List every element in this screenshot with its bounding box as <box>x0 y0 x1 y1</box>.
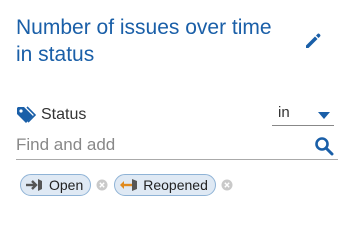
status-filter-panel: Number of issues over time in status Sta… <box>0 0 350 200</box>
chevron-down-icon <box>318 112 330 119</box>
remove-open-icon[interactable] <box>96 179 108 191</box>
find-and-add-input[interactable] <box>16 132 306 158</box>
chip-open[interactable]: Open <box>20 174 92 196</box>
status-field-label: Status <box>41 106 87 123</box>
chip-label: Open <box>49 177 84 193</box>
operator-value: in <box>278 104 290 121</box>
remove-reopened-icon[interactable] <box>221 179 233 191</box>
panel-title: Number of issues over time in status <box>16 16 272 66</box>
tag-icon <box>17 106 36 123</box>
arrow-into-door-icon <box>26 179 42 191</box>
edit-title-button[interactable] <box>302 30 324 52</box>
chip-label: Reopened <box>143 177 208 193</box>
search-icon[interactable] <box>314 136 334 156</box>
status-field-row: Status in <box>16 104 334 126</box>
chip-reopened[interactable]: Reopened <box>114 174 216 196</box>
operator-dropdown[interactable]: in <box>272 104 334 126</box>
search-field <box>16 132 338 160</box>
selected-values: Open Reopened <box>20 174 239 196</box>
pencil-icon <box>306 33 321 48</box>
reopen-arrow-icon <box>120 179 138 191</box>
